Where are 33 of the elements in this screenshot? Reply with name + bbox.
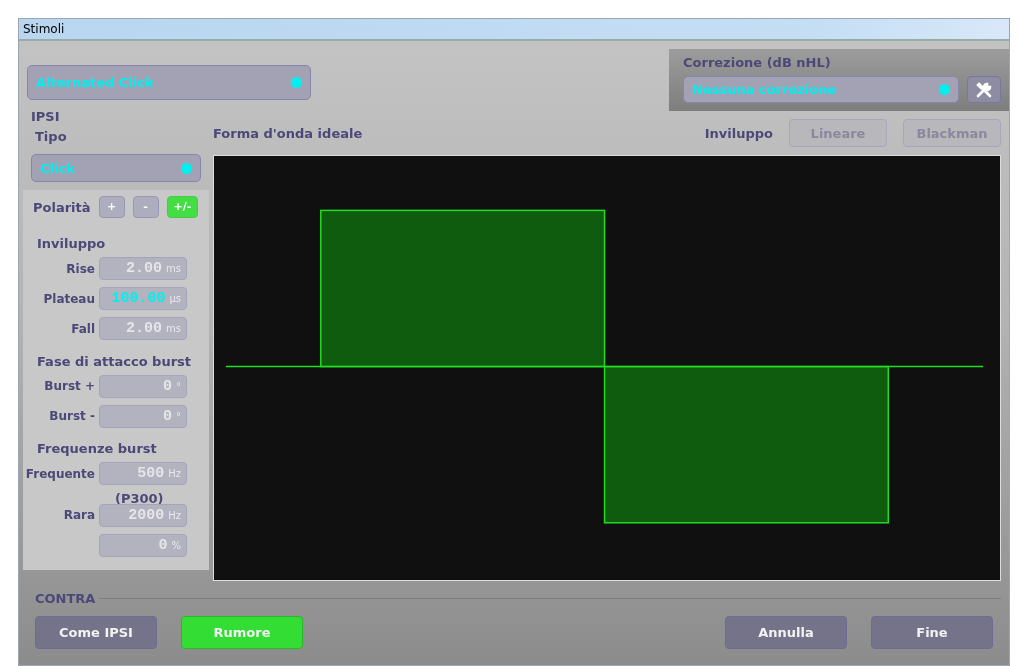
field-label: Plateau bbox=[42, 290, 95, 308]
contra-button[interactable]: Come IPSI bbox=[35, 616, 157, 649]
polarity-button[interactable]: +/- bbox=[166, 196, 199, 219]
type-dropdown[interactable]: Click bbox=[31, 154, 201, 183]
window-title: Stimoli bbox=[23, 20, 65, 38]
polarity-button[interactable]: - bbox=[132, 196, 159, 219]
indicator-dot bbox=[181, 162, 192, 174]
stimulus-dropdown[interactable]: Alternated Click bbox=[27, 64, 311, 100]
field-label: Fall bbox=[70, 320, 95, 338]
section-title: Fase di attacco burst bbox=[37, 352, 193, 371]
field-label: Tipo bbox=[35, 127, 68, 146]
indicator-dot bbox=[939, 84, 950, 96]
field-label: Burst + bbox=[43, 378, 95, 396]
polarity-button[interactable]: + bbox=[98, 196, 125, 219]
correction-dropdown[interactable]: Nessuna correzione bbox=[683, 76, 959, 104]
section-title: Frequenze burst bbox=[37, 440, 158, 459]
field-label: Frequente bbox=[25, 465, 95, 483]
field-label: Rara bbox=[62, 507, 95, 525]
tools-icon bbox=[975, 80, 993, 99]
chart-title: Forma d'onda ideale bbox=[213, 124, 364, 143]
section-title: IPSI bbox=[31, 108, 61, 127]
correction-label: Correzione (dB nHL) bbox=[683, 53, 832, 72]
cancel-button[interactable]: Annulla bbox=[725, 616, 847, 649]
field-label: Burst - bbox=[48, 408, 95, 426]
field-label: Inviluppo bbox=[704, 124, 773, 143]
section-title: CONTRA bbox=[35, 589, 96, 608]
field-label: Polarità bbox=[33, 198, 91, 217]
section-title: Inviluppo bbox=[37, 235, 107, 254]
field-label: Rise bbox=[65, 260, 95, 278]
tools-button[interactable] bbox=[967, 76, 1001, 104]
indicator-dot bbox=[291, 76, 302, 88]
contra-button[interactable]: Rumore bbox=[181, 616, 303, 649]
finish-button[interactable]: Fine bbox=[871, 616, 993, 649]
